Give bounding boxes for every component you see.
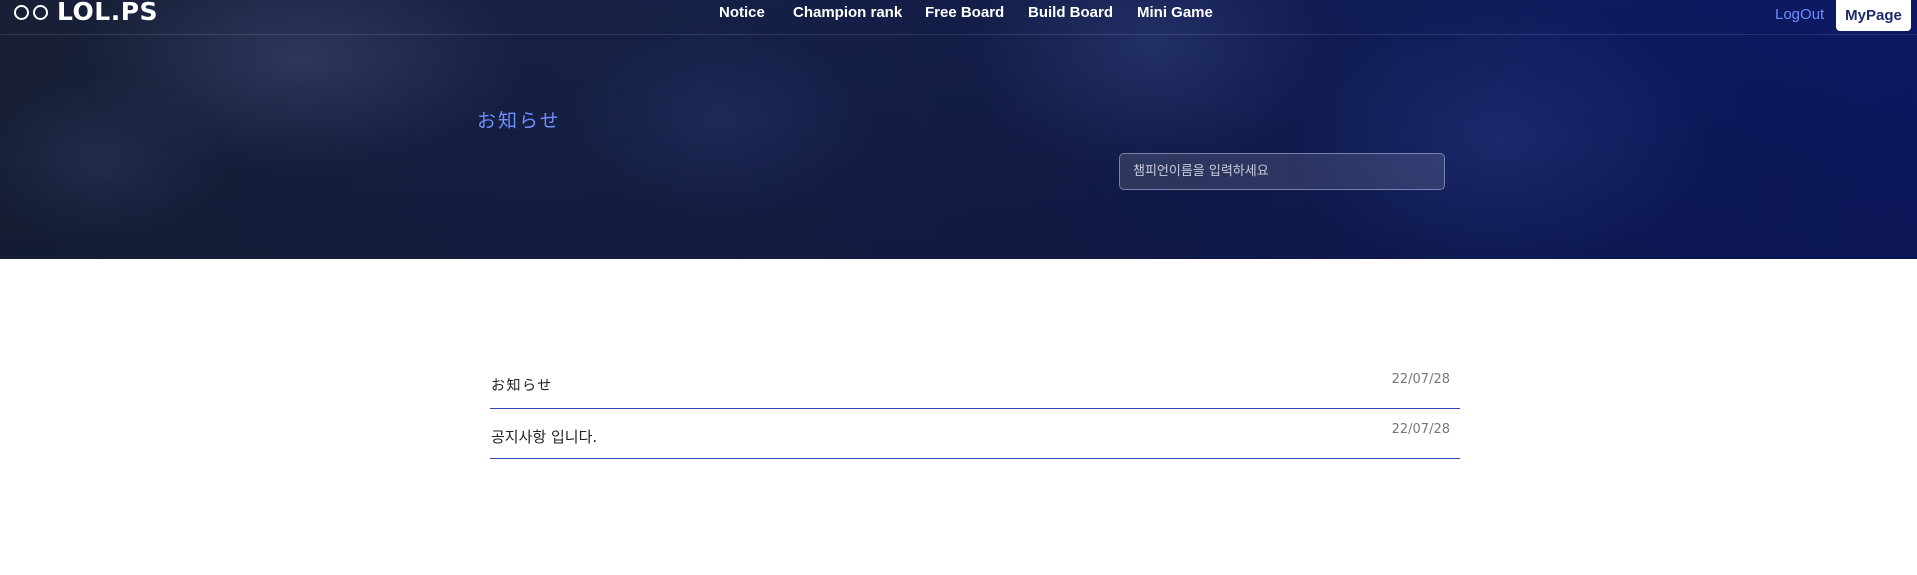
page-title: お知らせ xyxy=(477,110,561,132)
list-item-date: 22/07/28 xyxy=(1391,372,1450,387)
hero-banner xyxy=(0,0,1917,259)
logo-ring-icon xyxy=(14,4,29,20)
list-item[interactable]: 공지사항 입니다. 22/07/28 xyxy=(490,409,1460,459)
champion-search-input[interactable] xyxy=(1119,153,1445,190)
nav-item-champion-rank[interactable]: Champion rank xyxy=(793,4,902,21)
nav-item-notice[interactable]: Notice xyxy=(719,4,765,21)
logo-text: LOL.PS xyxy=(57,0,159,26)
logo[interactable]: LOL.PS xyxy=(14,0,158,27)
nav-item-build-board[interactable]: Build Board xyxy=(1028,4,1113,21)
logo-ring-icon xyxy=(33,4,48,20)
notice-list: お知らせ 22/07/28 공지사항 입니다. 22/07/28 xyxy=(490,359,1460,459)
list-item-date: 22/07/28 xyxy=(1391,422,1450,437)
nav-item-free-board[interactable]: Free Board xyxy=(925,4,1004,21)
logout-link[interactable]: LogOut xyxy=(1775,6,1824,23)
list-item-title[interactable]: お知らせ xyxy=(491,375,553,395)
list-item-title[interactable]: 공지사항 입니다. xyxy=(491,426,597,447)
list-item[interactable]: お知らせ 22/07/28 xyxy=(490,359,1460,409)
top-navbar: LOL.PS Notice Champion rank Free Board B… xyxy=(0,0,1917,35)
nav-item-mini-game[interactable]: Mini Game xyxy=(1137,4,1213,21)
mypage-button[interactable]: MyPage xyxy=(1836,0,1911,31)
